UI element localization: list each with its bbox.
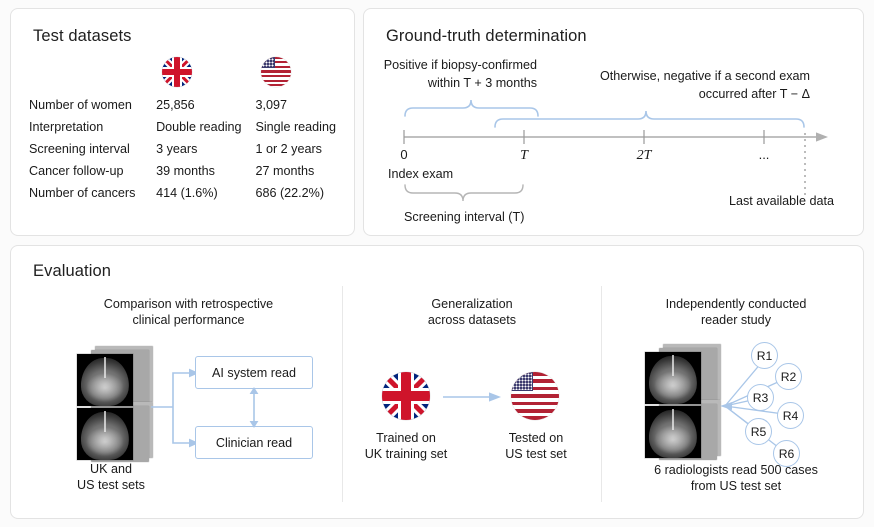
annotation-negative-line2: occurred after T − Δ xyxy=(699,87,811,101)
reader-label: R5 xyxy=(751,425,767,439)
annotation-negative-line1: Otherwise, negative if a second exam xyxy=(600,69,810,83)
section-title-line1: Comparison with retrospective xyxy=(56,296,321,312)
page-title-evaluation: Evaluation xyxy=(33,262,111,281)
section-title-reader-study: Independently conducted reader study xyxy=(611,296,861,328)
table-row: Screening interval 3 years 1 or 2 years xyxy=(29,138,347,160)
section-title-line2: across datasets xyxy=(356,312,588,328)
row-value-uk: 3 years xyxy=(156,138,255,160)
clinician-read-box[interactable]: Clinician read xyxy=(195,426,313,459)
ai-system-read-box[interactable]: AI system read xyxy=(195,356,313,389)
clinician-read-label: Clinician read xyxy=(216,436,292,450)
reader-label: R6 xyxy=(779,447,795,461)
reader-label: R4 xyxy=(783,409,799,423)
annotation-positive-line2: within T + 3 months xyxy=(427,76,537,90)
brace-screening-interval xyxy=(405,185,523,201)
ground-truth-timeline: 0 T 2T ... Index exam Last available dat… xyxy=(364,9,865,237)
caption-line1: UK and xyxy=(51,461,171,477)
reader-badge-r1: R1 xyxy=(751,342,778,369)
uk-flag-icon-generalization xyxy=(382,372,430,420)
reader-badge-r5: R5 xyxy=(745,418,772,445)
axis-tick-label-2T: 2T xyxy=(637,148,653,163)
row-label: Cancer follow-up xyxy=(29,160,156,182)
table-header-row xyxy=(29,52,347,94)
caption-line2: US test sets xyxy=(51,477,171,493)
axis-tick-label-0: 0 xyxy=(400,147,407,162)
generalization-arrow xyxy=(443,391,503,403)
brace-positive-window xyxy=(405,100,538,116)
reader-badge-r4: R4 xyxy=(777,402,804,429)
reader-badge-r2: R2 xyxy=(775,363,802,390)
uk-flag-cell xyxy=(156,52,255,94)
caption-trained-on-uk: Trained on UK training set xyxy=(351,430,461,462)
row-value-uk: 25,856 xyxy=(156,94,255,116)
row-value-uk: 39 months xyxy=(156,160,255,182)
reader-label: R1 xyxy=(757,349,773,363)
caption-tested-on-us: Tested on US test set xyxy=(481,430,591,462)
reader-label: R2 xyxy=(781,370,797,384)
section-divider-1 xyxy=(342,286,343,502)
test-datasets-table: Number of women 25,856 3,097 Interpretat… xyxy=(29,52,347,204)
caption-line1: Tested on xyxy=(481,430,591,446)
table-header-blank xyxy=(29,52,156,94)
us-flag-icon-generalization xyxy=(511,372,559,420)
us-flag-icon xyxy=(261,57,291,87)
timeline-axis xyxy=(404,130,828,195)
screening-interval-label: Screening interval (T) xyxy=(404,210,524,224)
row-label: Number of women xyxy=(29,94,156,116)
section-title-line1: Generalization xyxy=(356,296,588,312)
row-value-us: 3,097 xyxy=(255,94,347,116)
row-label: Screening interval xyxy=(29,138,156,160)
last-available-data-label: Last available data xyxy=(729,194,834,208)
caption-reader-study: 6 radiologists read 500 cases from US te… xyxy=(611,462,861,494)
section-title-line2: clinical performance xyxy=(56,312,321,328)
page-title-test-datasets: Test datasets xyxy=(33,27,132,46)
caption-uk-us-test-sets: UK and US test sets xyxy=(51,461,171,493)
figure-canvas: Test datasets xyxy=(0,0,874,527)
section-title-line1: Independently conducted xyxy=(611,296,861,312)
row-label: Interpretation xyxy=(29,116,156,138)
uk-flag-icon xyxy=(162,57,192,87)
axis-tick-label-ellipsis: ... xyxy=(759,147,770,162)
table-row: Number of cancers 414 (1.6%) 686 (22.2%) xyxy=(29,182,347,204)
section-title-line2: reader study xyxy=(611,312,861,328)
row-label: Number of cancers xyxy=(29,182,156,204)
caption-line1: 6 radiologists read 500 cases xyxy=(611,462,861,478)
row-value-us: 1 or 2 years xyxy=(255,138,347,160)
axis-tick-label-T: T xyxy=(520,148,529,163)
caption-line1: Trained on xyxy=(351,430,461,446)
section-divider-2 xyxy=(601,286,602,502)
brace-negative-window xyxy=(495,111,804,127)
reader-badge-r3: R3 xyxy=(747,384,774,411)
reader-label: R3 xyxy=(753,391,769,405)
caption-line2: UK training set xyxy=(351,446,461,462)
us-flag-cell xyxy=(255,52,347,94)
row-value-uk: 414 (1.6%) xyxy=(156,182,255,204)
caption-line2: from US test set xyxy=(611,478,861,494)
caption-line2: US test set xyxy=(481,446,591,462)
row-value-us: 686 (22.2%) xyxy=(255,182,347,204)
table-row: Cancer follow-up 39 months 27 months xyxy=(29,160,347,182)
index-exam-label: Index exam xyxy=(388,167,453,181)
annotation-positive-line1: Positive if biopsy-confirmed xyxy=(384,58,537,72)
panel-test-datasets: Test datasets xyxy=(10,8,355,236)
double-headed-comparison-arrow xyxy=(246,387,262,428)
panel-evaluation: Evaluation Comparison with retrospective… xyxy=(10,245,864,519)
mammogram-stack-comparison xyxy=(73,346,157,458)
section-title-generalization: Generalization across datasets xyxy=(356,296,588,328)
row-value-us: 27 months xyxy=(255,160,347,182)
panel-ground-truth: Ground-truth determination 0 T 2T ... In… xyxy=(363,8,864,236)
table-row: Number of women 25,856 3,097 xyxy=(29,94,347,116)
ai-system-read-label: AI system read xyxy=(212,366,296,380)
row-value-us: Single reading xyxy=(255,116,347,138)
row-value-uk: Double reading xyxy=(156,116,255,138)
table-row: Interpretation Double reading Single rea… xyxy=(29,116,347,138)
section-title-comparison: Comparison with retrospective clinical p… xyxy=(56,296,321,328)
